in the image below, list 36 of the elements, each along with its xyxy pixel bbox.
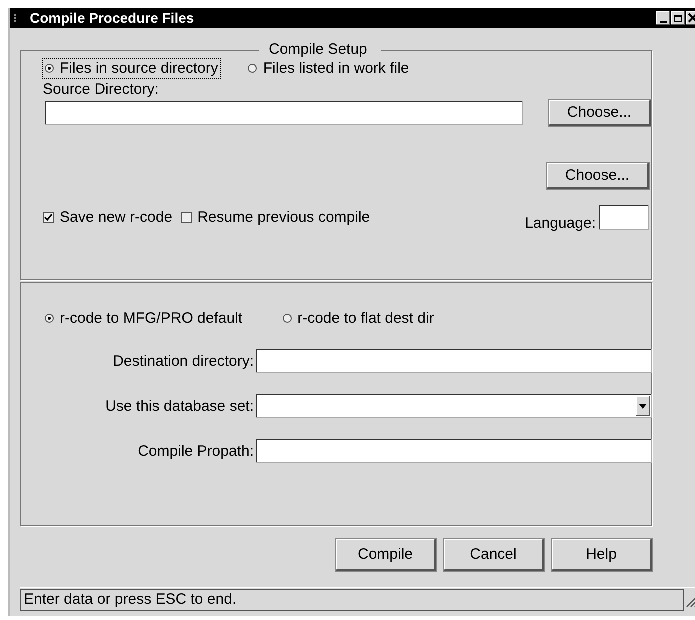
checkbox[interactable] xyxy=(180,212,192,223)
text-field[interactable] xyxy=(256,439,652,463)
choose-button[interactable]: Choose... xyxy=(547,163,649,189)
radio-label: r-code to flat dest dir xyxy=(298,310,434,327)
dropdown[interactable] xyxy=(256,394,652,418)
radio-label: Files listed in work file xyxy=(263,60,410,77)
minimize-button[interactable] xyxy=(656,11,670,25)
status-bar: Enter data or press ESC to end. xyxy=(20,589,684,611)
radio-option[interactable]: Files listed in work file xyxy=(246,59,412,78)
radio-button[interactable] xyxy=(248,64,258,73)
checkbox[interactable] xyxy=(43,212,54,223)
choose-button[interactable]: Choose... xyxy=(549,100,651,126)
checkbox-label: Resume previous compile xyxy=(198,209,370,226)
radio-option[interactable]: r-code to flat dest dir xyxy=(280,309,436,328)
radio-label: Files in source directory xyxy=(60,60,218,77)
radio-label: r-code to MFG/PRO default xyxy=(60,310,243,327)
radio-option[interactable]: r-code to MFG/PRO default xyxy=(43,309,245,328)
radio-button[interactable] xyxy=(45,64,54,73)
dialog-button[interactable]: Compile xyxy=(336,539,436,571)
window-title: Compile Procedure Files xyxy=(30,10,196,26)
field-label: Language: xyxy=(525,215,596,232)
text-field[interactable] xyxy=(256,349,652,373)
radio-option[interactable]: Files in source directory xyxy=(43,59,220,78)
field-label: Destination directory: xyxy=(113,352,254,370)
dialog-button[interactable]: Help xyxy=(552,539,652,571)
group-title: Compile Setup xyxy=(259,42,381,58)
checkbox-label: Save new r-code xyxy=(60,209,173,226)
dialog-button[interactable]: Cancel xyxy=(444,539,544,571)
radio-button[interactable] xyxy=(45,314,54,323)
field-label: Compile Propath: xyxy=(138,442,254,460)
language-field[interactable] xyxy=(599,205,649,230)
source-directory-field[interactable] xyxy=(45,101,523,125)
field-label: Use this database set: xyxy=(106,398,254,414)
field-label: Source Directory: xyxy=(43,81,160,98)
maximize-button[interactable] xyxy=(671,11,685,25)
radio-button[interactable] xyxy=(282,314,292,323)
